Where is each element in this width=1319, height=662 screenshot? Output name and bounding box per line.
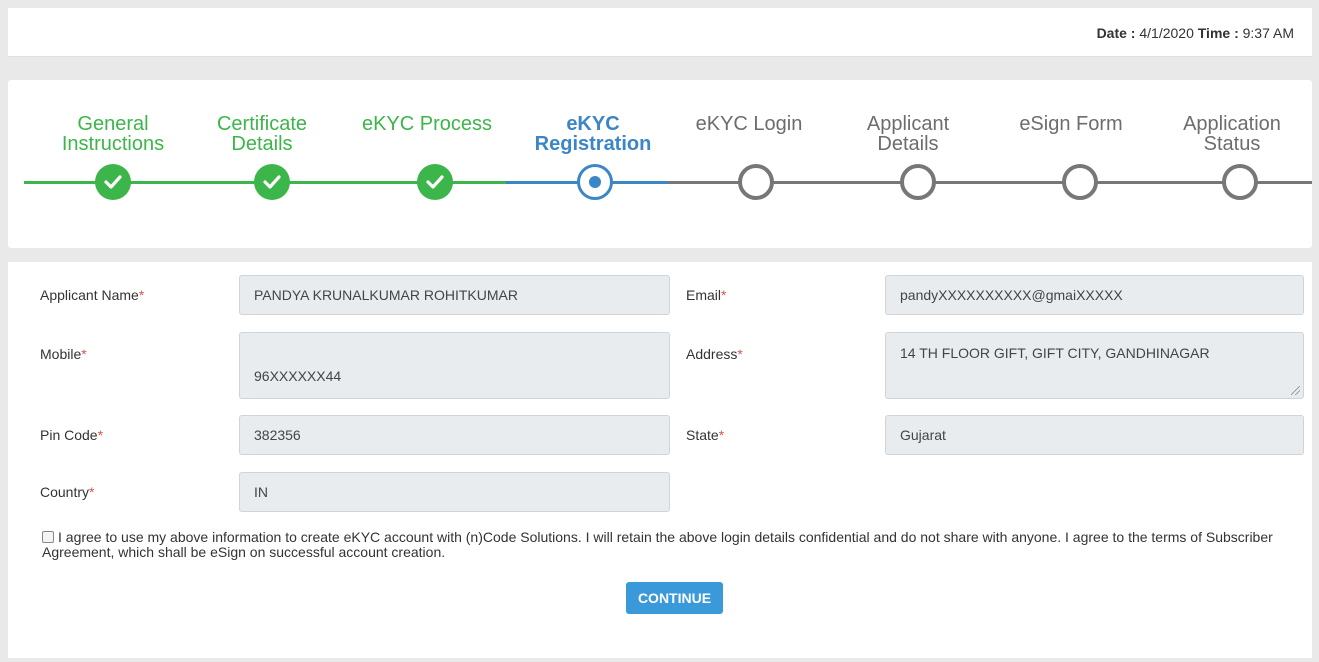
- applicant-name-field[interactable]: PANDYA KRUNALKUMAR ROHITKUMAR: [239, 275, 670, 315]
- country-label: Country*: [40, 484, 95, 500]
- step-label-ekyc-process: eKYC Process: [361, 113, 493, 135]
- step-complete-icon: [95, 164, 131, 200]
- step-label-ekyc-registration: eKYC Registration: [534, 113, 652, 155]
- mobile-field[interactable]: 96XXXXXX44: [239, 332, 670, 399]
- progress-stepper: General Instructions Certificate Details e…: [8, 80, 1312, 248]
- agreement-text: I agree to use my above information to c…: [42, 529, 1273, 560]
- step-pending-icon: [1222, 164, 1258, 200]
- country-field[interactable]: IN: [239, 472, 670, 512]
- step-complete-icon: [254, 164, 290, 200]
- mobile-label: Mobile*: [40, 346, 87, 362]
- step-label-ekyc-login: eKYC Login: [695, 113, 803, 135]
- agreement-row: I agree to use my above information to c…: [42, 530, 1292, 560]
- date-time-display: Date : 4/1/2020 Time : 9:37 AM: [1097, 25, 1294, 41]
- step-label-applicant-details: Applicant Details: [866, 113, 950, 155]
- step-complete-icon: [417, 164, 453, 200]
- address-textarea[interactable]: 14 TH FLOOR GIFT, GIFT CITY, GANDHINAGAR: [885, 332, 1304, 399]
- step-current-icon: [577, 164, 613, 200]
- step-pending-icon: [900, 164, 936, 200]
- continue-button[interactable]: CONTINUE: [626, 582, 723, 614]
- applicant-name-label: Applicant Name*: [40, 287, 145, 303]
- agree-checkbox[interactable]: [42, 531, 54, 543]
- step-label-certificate-details: Certificate Details: [216, 113, 308, 155]
- address-label: Address*: [686, 346, 743, 362]
- step-pending-icon: [738, 164, 774, 200]
- pin-code-field[interactable]: 382356: [239, 415, 670, 455]
- date-value: 4/1/2020: [1139, 25, 1194, 41]
- email-label: Email*: [686, 287, 727, 303]
- pin-code-label: Pin Code*: [40, 427, 104, 443]
- registration-form: Applicant Name* PANDYA KRUNALKUMAR ROHIT…: [8, 262, 1312, 658]
- state-label: State*: [686, 427, 725, 443]
- date-label: Date :: [1096, 25, 1136, 41]
- step-pending-icon: [1062, 164, 1098, 200]
- state-field[interactable]: Gujarat: [885, 415, 1304, 455]
- time-value: 9:37 AM: [1242, 25, 1294, 41]
- resize-handle-icon[interactable]: [1291, 386, 1300, 395]
- step-label-esign-form: eSign Form: [1019, 113, 1123, 135]
- step-label-general-instructions: General Instructions: [61, 113, 165, 155]
- email-field[interactable]: pandyXXXXXXXXXX@gmaiXXXXX: [885, 275, 1304, 315]
- time-label: Time :: [1197, 25, 1239, 41]
- header-bar: Date : 4/1/2020 Time : 9:37 AM: [8, 8, 1312, 57]
- step-label-application-status: Application Status: [1183, 113, 1281, 155]
